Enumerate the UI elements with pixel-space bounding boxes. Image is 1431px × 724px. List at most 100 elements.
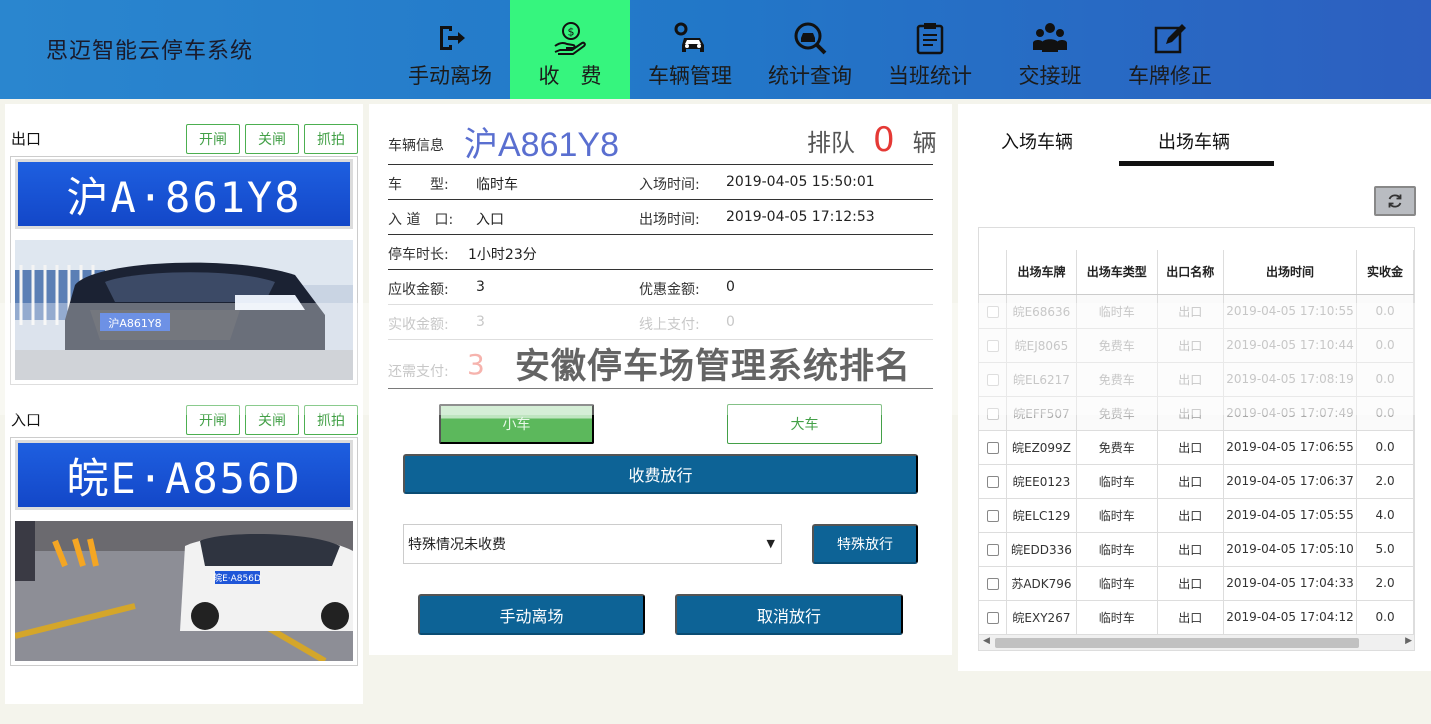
row-checkbox-cell: [979, 396, 1008, 431]
type-cell: 临时车: [1076, 498, 1158, 533]
type-cell: 免费车: [1076, 430, 1158, 465]
scrollbar-thumb[interactable]: [995, 638, 1359, 648]
table-row[interactable]: 皖EDD336 临时车 出口 2019-04-05 17:05:10 5.0: [979, 532, 1414, 567]
exit-time-cell: 2019-04-05 17:06:37: [1223, 464, 1358, 499]
row-checkbox[interactable]: [986, 305, 999, 318]
plate-cell: 皖EL6217: [1006, 362, 1077, 397]
row-checkbox[interactable]: [986, 509, 999, 522]
table-row[interactable]: 苏ADK796 临时车 出口 2019-04-05 17:04:33 2.0: [979, 566, 1414, 601]
table-row[interactable]: 皖ELC129 临时车 出口 2019-04-05 17:05:55 4.0: [979, 498, 1414, 533]
type-cell: 免费车: [1076, 396, 1158, 431]
exit-records-grid: 出场车牌 出场车类型 出口名称 出场时间 实收金 皖E68636 临时车 出口 201…: [978, 227, 1415, 651]
table-row[interactable]: 皖EL6217 免费车 出口 2019-04-05 17:08:19 0.0: [979, 362, 1414, 397]
type-cell: 临时车: [1076, 532, 1158, 567]
column-header[interactable]: 实收金: [1356, 250, 1414, 295]
exit-time-cell: 2019-04-05 17:07:49: [1223, 396, 1358, 431]
nav-shift-statistics[interactable]: 当班统计: [870, 0, 990, 99]
overlay-banner-text: 安徽停车场管理系统排名: [515, 347, 912, 387]
vehicle-type-label: 车 型:: [388, 177, 449, 193]
divider: [388, 388, 933, 389]
exit-close-gate-button[interactable]: 关闸: [245, 124, 299, 154]
scroll-right-icon[interactable]: ▶: [1405, 636, 1412, 646]
type-cell: 免费车: [1076, 362, 1158, 397]
table-row[interactable]: 皖EE0123 临时车 出口 2019-04-05 17:06:37 2.0: [979, 464, 1414, 499]
row-checkbox[interactable]: [986, 611, 999, 624]
paid-cell: 0.0: [1356, 362, 1414, 397]
paid-cell: 5.0: [1356, 532, 1414, 567]
nav-statistics[interactable]: 统计查询: [750, 0, 870, 99]
discount-value: 0: [726, 279, 735, 295]
table-row[interactable]: 皖EJ8065 免费车 出口 2019-04-05 17:10:44 0.0: [979, 328, 1414, 363]
checkbox-column-header: [979, 250, 1008, 295]
charge-release-button[interactable]: 收费放行: [403, 454, 918, 494]
camera-panel: 出口 开闸 关闸 抓拍 沪A·861Y8 沪A861Y8 入口 开闸 关闸 抓拍…: [5, 104, 363, 704]
horizontal-scrollbar[interactable]: ◀ ▶: [979, 634, 1414, 650]
special-case-selected: 特殊情况未收费: [408, 537, 506, 553]
nav-charge[interactable]: $ 收 费: [510, 0, 630, 99]
table-row[interactable]: 皖EZ099Z 免费车 出口 2019-04-05 17:06:55 0.0: [979, 430, 1414, 465]
plate-cell: 皖EE0123: [1006, 464, 1077, 499]
exit-name-cell: 出口: [1157, 498, 1224, 533]
manual-exit-button[interactable]: 手动离场: [418, 594, 645, 635]
exit-plate-image: 沪A·861Y8: [15, 159, 353, 229]
entry-capture-button[interactable]: 抓拍: [304, 405, 358, 435]
charge-panel: 车辆信息 沪A861Y8 排队 0 辆 车 型: 临时车 入场时间: 2019-…: [369, 104, 952, 655]
row-checkbox[interactable]: [986, 543, 999, 556]
queue-count: 0: [873, 120, 895, 160]
refresh-button[interactable]: [1374, 186, 1416, 216]
paid-cell: 0.0: [1356, 600, 1414, 635]
scroll-left-icon[interactable]: ◀: [983, 636, 990, 646]
duration-label: 停车时长:: [388, 247, 449, 263]
row-checkbox[interactable]: [986, 339, 999, 352]
column-header[interactable]: 出口名称: [1157, 250, 1224, 295]
entry-close-gate-button[interactable]: 关闸: [245, 405, 299, 435]
nav-manual-exit[interactable]: 手动离场: [390, 0, 510, 99]
row-checkbox[interactable]: [986, 441, 999, 454]
vehicle-type-value: 临时车: [476, 177, 518, 193]
online-pay-value: 0: [726, 314, 735, 330]
special-case-select[interactable]: 特殊情况未收费 ▼: [403, 524, 782, 564]
column-header[interactable]: 出场时间: [1223, 250, 1358, 295]
exit-records-table: 出场车牌 出场车类型 出口名称 出场时间 实收金 皖E68636 临时车 出口 201…: [979, 250, 1414, 635]
row-checkbox[interactable]: [986, 407, 999, 420]
active-tab-indicator: [1119, 161, 1274, 166]
exit-name-cell: 出口: [1157, 362, 1224, 397]
row-checkbox[interactable]: [986, 475, 999, 488]
entry-open-gate-button[interactable]: 开闸: [186, 405, 240, 435]
tab-entry-vehicles[interactable]: 入场车辆: [1001, 128, 1073, 154]
nav-shift-handover[interactable]: 交接班: [990, 0, 1110, 99]
paid-amount-value: 3: [476, 314, 485, 330]
row-checkbox[interactable]: [986, 373, 999, 386]
table-row[interactable]: 皖EFF507 免费车 出口 2019-04-05 17:07:49 0.0: [979, 396, 1414, 431]
nav-plate-correction[interactable]: 车牌修正: [1110, 0, 1230, 99]
plate-cell: 皖EXY267: [1006, 600, 1077, 635]
special-release-button[interactable]: 特殊放行: [812, 524, 918, 564]
exit-time-cell: 2019-04-05 17:08:19: [1223, 362, 1358, 397]
exit-open-gate-button[interactable]: 开闸: [186, 124, 240, 154]
paid-cell: 0.0: [1356, 328, 1414, 363]
paid-cell: 0.0: [1356, 396, 1414, 431]
row-checkbox[interactable]: [986, 577, 999, 590]
exit-car-image: 沪A861Y8: [15, 240, 353, 380]
cancel-release-button[interactable]: 取消放行: [675, 594, 903, 635]
tab-exit-vehicles[interactable]: 出场车辆: [1158, 128, 1230, 154]
top-navigation-bar: 思迈智能云停车系统 手动离场 $ 收 费 车辆管理 统计查询 当班统计 交接班 …: [0, 0, 1431, 99]
row-checkbox-cell: [979, 328, 1008, 363]
remaining-value: 3: [467, 348, 485, 381]
plate-cell: 皖EJ8065: [1006, 328, 1077, 363]
vehicle-info-label: 车辆信息: [388, 138, 444, 154]
divider: [388, 304, 933, 305]
exit-name-cell: 出口: [1157, 294, 1224, 329]
nav-vehicle-management[interactable]: 车辆管理: [630, 0, 750, 99]
column-header[interactable]: 出场车牌: [1006, 250, 1077, 295]
small-car-button[interactable]: 小车: [439, 404, 594, 444]
edit-icon: [1154, 24, 1186, 54]
column-header[interactable]: 出场车类型: [1076, 250, 1158, 295]
table-row[interactable]: 皖EXY267 临时车 出口 2019-04-05 17:04:12 0.0: [979, 600, 1414, 635]
exit-capture-button[interactable]: 抓拍: [304, 124, 358, 154]
clipboard-icon: [916, 23, 944, 55]
paid-cell: 0.0: [1356, 294, 1414, 329]
table-row[interactable]: 皖E68636 临时车 出口 2019-04-05 17:10:55 0.0: [979, 294, 1414, 329]
remaining-label: 还需支付:: [388, 364, 449, 380]
large-car-button[interactable]: 大车: [727, 404, 882, 444]
